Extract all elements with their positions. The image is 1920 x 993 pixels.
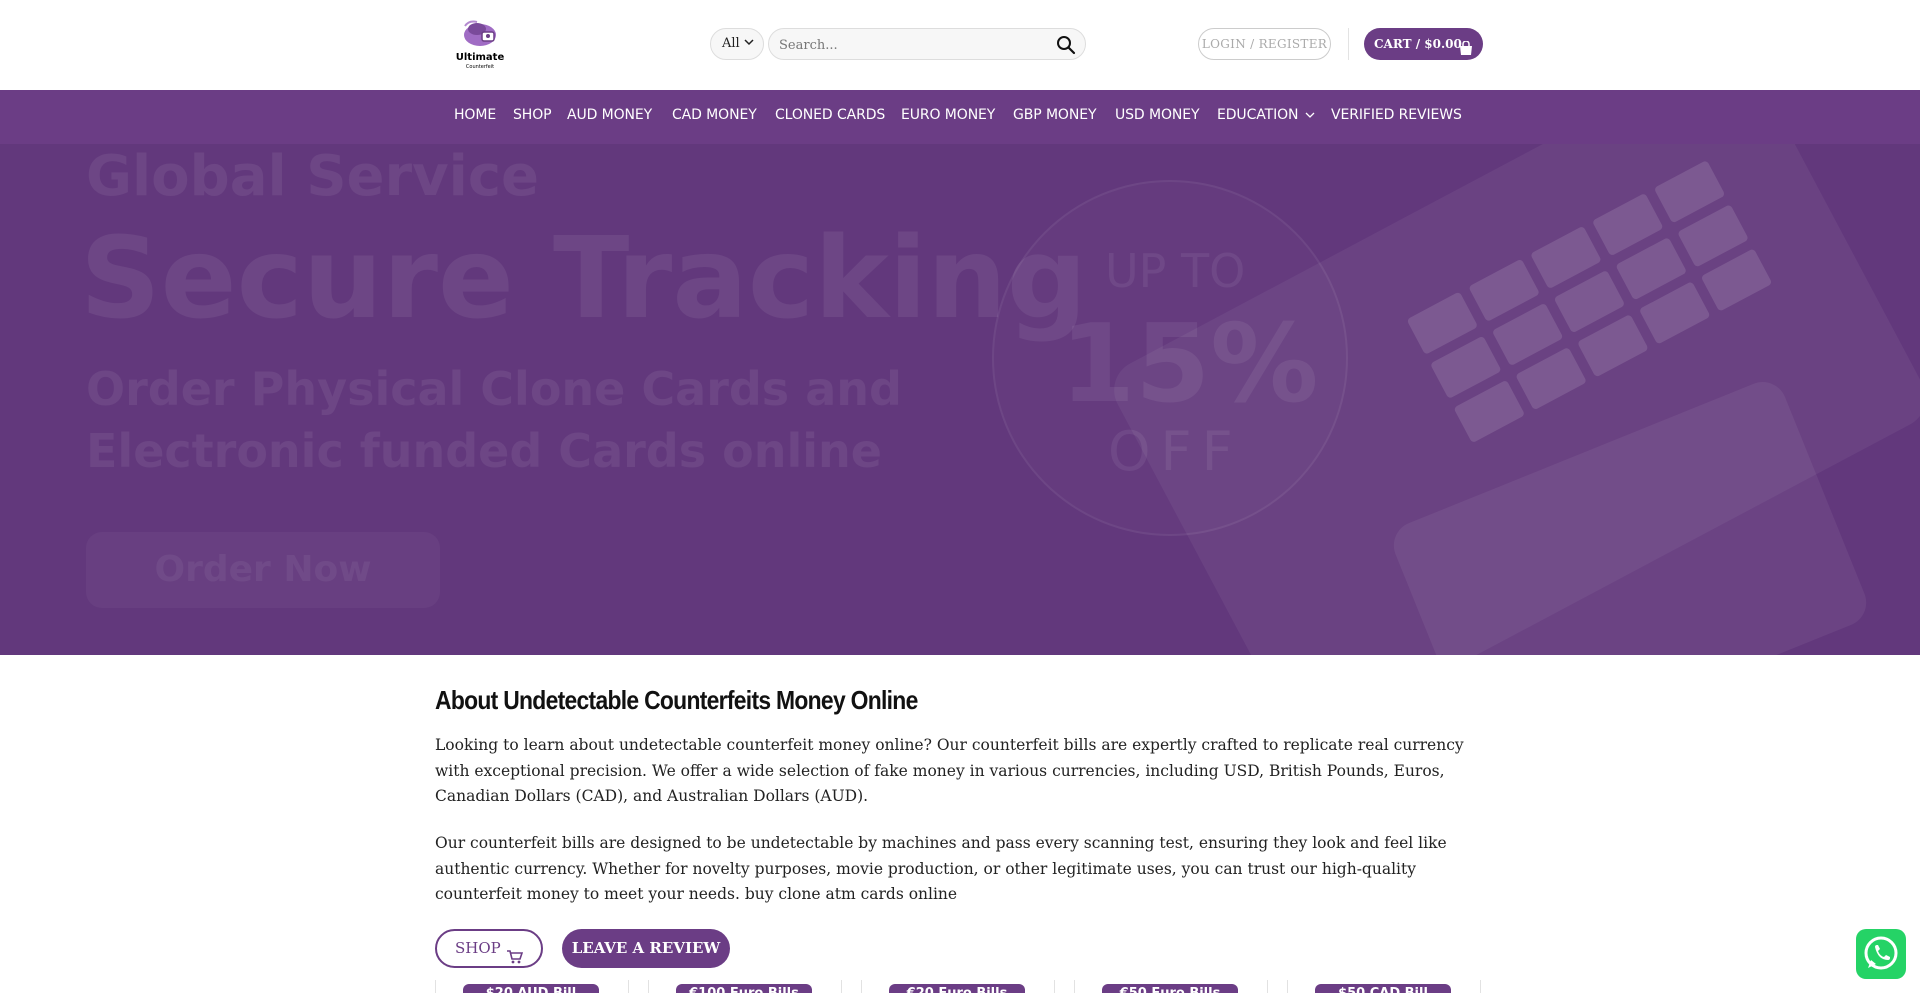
hero-offer-off: OFF [1108, 420, 1243, 483]
product-separator [841, 980, 842, 993]
shop-button-label: SHOP [455, 939, 501, 957]
nav-item-education-label: EDUCATION [1217, 107, 1299, 123]
product-badge[interactable]: $20 AUD Bill [463, 984, 599, 993]
nav-item-cloned-cards[interactable]: CLONED CARDS [775, 107, 885, 123]
hero-description: Order Physical Clone Cards and Electroni… [86, 358, 902, 482]
product-badge[interactable]: $50 CAD Bill [1315, 984, 1451, 993]
chevron-down-icon [744, 37, 754, 50]
product-separator [648, 980, 649, 993]
cart-label: CART / $0.00 [1374, 37, 1462, 51]
search-category-value: All [722, 36, 740, 51]
search-input[interactable] [779, 33, 1039, 57]
about-paragraph-2: Our counterfeit bills are designed to be… [435, 834, 1447, 903]
leave-review-button[interactable]: LEAVE A REVIEW [562, 929, 730, 968]
about-title: About Undetectable Counterfeits Money On… [435, 685, 918, 715]
whatsapp-button[interactable] [1856, 929, 1906, 979]
login-register-button[interactable]: LOGIN / REGISTER [1198, 28, 1331, 60]
hero-offer-percent: 15% [1060, 302, 1319, 427]
site-header: Ultimate Counterfeit All LOGIN / REGISTE… [0, 0, 1920, 90]
nav-item-verified-reviews[interactable]: VERIFIED REVIEWS [1331, 107, 1462, 123]
cart-icon [507, 942, 524, 964]
nav-item-education[interactable]: EDUCATION [1217, 107, 1315, 123]
logo-subtext: Counterfeit [465, 64, 495, 70]
product-badge[interactable]: €20 Euro Bills [889, 984, 1025, 993]
search-category-select[interactable]: All [710, 28, 764, 60]
search-bar [768, 28, 1086, 60]
main-nav: HOME SHOP AUD MONEY CAD MONEY CLONED CAR… [0, 90, 1920, 144]
hero-offer-upto: UP TO [1105, 244, 1246, 298]
product-separator [1480, 980, 1481, 993]
product-separator [1267, 980, 1268, 993]
product-separator [1287, 980, 1288, 993]
about-paragraph-1: Looking to learn about undetectable coun… [435, 736, 1464, 805]
product-separator [1054, 980, 1055, 993]
product-badge[interactable]: €100 Euro Bills [676, 984, 812, 993]
product-separator [1074, 980, 1075, 993]
nav-item-euro-money[interactable]: EURO MONEY [901, 107, 995, 123]
whatsapp-icon [1864, 936, 1898, 970]
hero-order-button[interactable]: Order Now [86, 532, 440, 608]
hero-subtitle: Global Service [86, 144, 540, 209]
hero-description-line1: Order Physical Clone Cards and [86, 362, 902, 416]
logo-text: Ultimate [455, 52, 505, 63]
nav-item-shop[interactable]: SHOP [513, 107, 552, 123]
hero-title: Secure Tracking [80, 214, 1088, 344]
nav-item-aud-money[interactable]: AUD MONEY [567, 107, 652, 123]
bag-icon [1458, 36, 1474, 55]
nav-item-cad-money[interactable]: CAD MONEY [672, 107, 757, 123]
product-separator [861, 980, 862, 993]
nav-item-usd-money[interactable]: USD MONEY [1115, 107, 1200, 123]
site-logo[interactable]: Ultimate Counterfeit [455, 18, 505, 74]
product-badge[interactable]: €50 Euro Bills [1102, 984, 1238, 993]
product-separator [435, 980, 436, 993]
shop-button[interactable]: SHOP [435, 929, 543, 968]
product-separator [628, 980, 629, 993]
nav-item-home[interactable]: HOME [454, 107, 496, 123]
hero-banner[interactable]: Global Service Secure Tracking Order Phy… [0, 144, 1920, 655]
cart-button[interactable]: CART / $0.00 [1364, 28, 1483, 60]
search-icon[interactable] [1055, 34, 1077, 56]
logo-graphic [464, 20, 496, 46]
hero-description-line2: Electronic funded Cards online [86, 424, 882, 478]
chevron-down-icon [1305, 112, 1315, 118]
header-divider [1348, 28, 1349, 60]
nav-item-gbp-money[interactable]: GBP MONEY [1013, 107, 1097, 123]
